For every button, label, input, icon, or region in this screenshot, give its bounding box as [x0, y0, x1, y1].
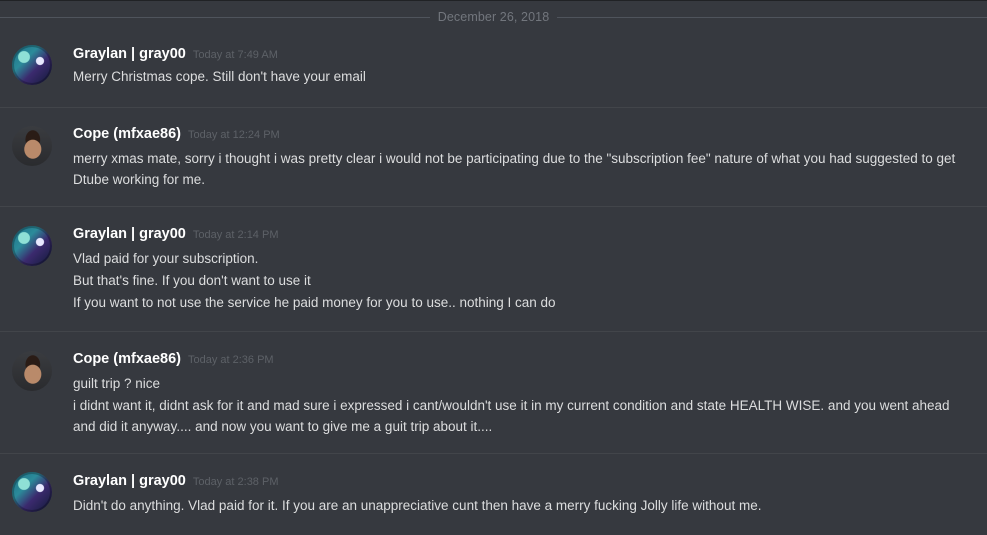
username[interactable]: Graylan | gray00 — [73, 46, 186, 62]
message-header: Graylan | gray00 Today at 2:14 PM — [73, 226, 278, 242]
message: Cope (mfxae86) Today at 12:24 PM merry x… — [0, 107, 987, 207]
message-header: Graylan | gray00 Today at 2:38 PM — [73, 473, 278, 489]
message: Graylan | gray00 Today at 7:49 AM Merry … — [0, 35, 987, 107]
user-avatar[interactable] — [12, 226, 52, 266]
message-text: merry xmas mate, sorry i thought i was p… — [73, 151, 956, 187]
message-text: guilt trip ? nice — [73, 376, 161, 391]
user-avatar[interactable] — [12, 351, 52, 391]
message-text: Vlad paid for your subscription. — [73, 251, 259, 266]
message-text: If you want to not use the service he pa… — [73, 295, 556, 310]
message-text: Didn't do anything. Vlad paid for it. If… — [73, 498, 762, 513]
username[interactable]: Graylan | gray00 — [73, 473, 186, 489]
username[interactable]: Cope (mfxae86) — [73, 351, 181, 367]
message-header: Cope (mfxae86) Today at 2:36 PM — [73, 351, 274, 367]
user-avatar[interactable] — [12, 126, 52, 166]
message: Graylan | gray00 Today at 2:38 PM Didn't… — [0, 453, 987, 535]
message-text: Merry Christmas cope. Still don't have y… — [73, 69, 366, 84]
user-avatar[interactable] — [12, 45, 52, 85]
message-text: But that's fine. If you don't want to us… — [73, 273, 311, 288]
timestamp: Today at 2:14 PM — [192, 229, 279, 241]
user-avatar[interactable] — [12, 472, 52, 512]
date-divider-label: December 26, 2018 — [429, 10, 558, 24]
message: Cope (mfxae86) Today at 2:36 PM guilt tr… — [0, 331, 987, 454]
timestamp: Today at 2:36 PM — [187, 354, 274, 366]
timestamp: Today at 2:38 PM — [192, 476, 279, 488]
message-text: i didnt want it, didnt ask for it and ma… — [73, 398, 950, 434]
timestamp: Today at 12:24 PM — [187, 129, 280, 141]
message-header: Cope (mfxae86) Today at 12:24 PM — [73, 126, 280, 142]
username[interactable]: Cope (mfxae86) — [73, 126, 181, 142]
timestamp: Today at 7:49 AM — [192, 49, 278, 61]
message-header: Graylan | gray00 Today at 7:49 AM — [73, 46, 278, 62]
date-divider: December 26, 2018 — [0, 6, 987, 28]
message: Graylan | gray00 Today at 2:14 PM Vlad p… — [0, 206, 987, 332]
chat-messages: December 26, 2018 Graylan | gray00 Today… — [0, 0, 987, 535]
username[interactable]: Graylan | gray00 — [73, 226, 186, 242]
